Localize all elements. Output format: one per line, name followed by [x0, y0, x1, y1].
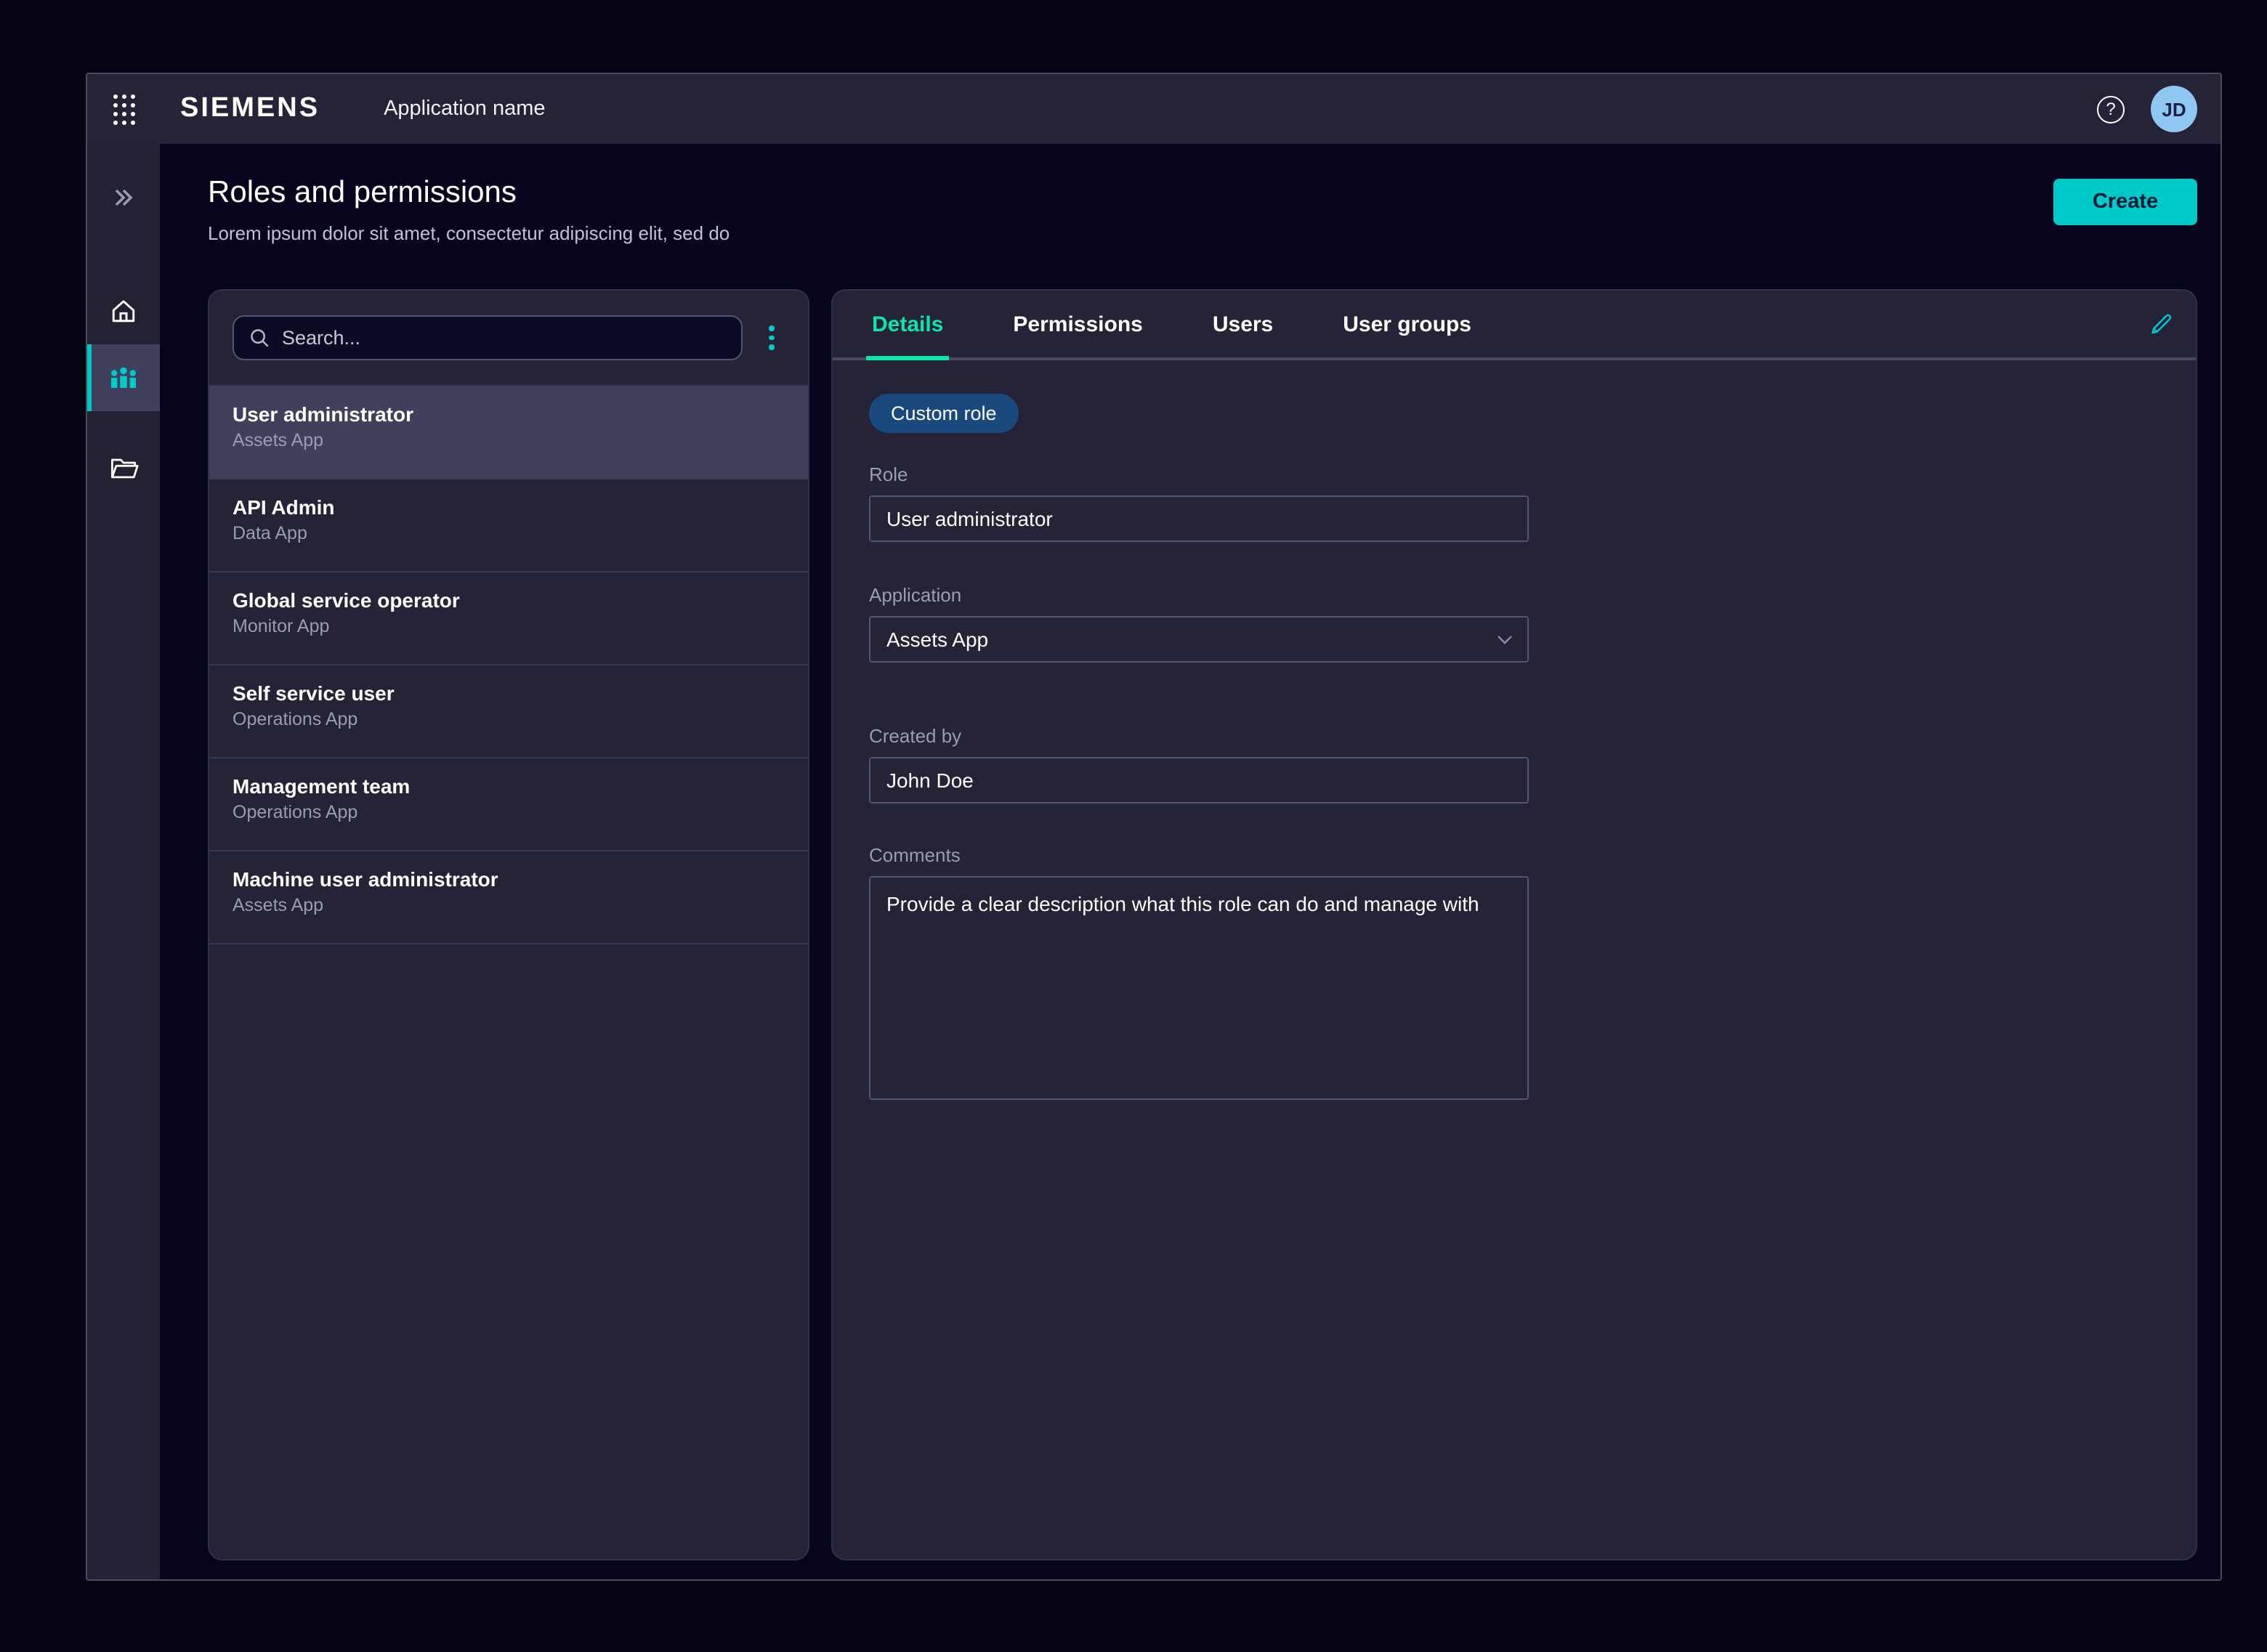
users-group-icon	[106, 360, 141, 395]
role-item-title: Self service user	[233, 681, 785, 705]
edit-role-button[interactable]	[2146, 291, 2175, 357]
app-launcher-icon[interactable]	[87, 94, 160, 124]
created-by-field-label: Created by	[869, 725, 1529, 747]
comments-field-label: Comments	[869, 844, 1529, 866]
role-item-app: Data App	[233, 523, 785, 543]
role-list-item[interactable]: User administrator Assets App	[209, 386, 808, 479]
top-bar: SIEMENS Application name ? JD	[87, 74, 2220, 144]
pencil-icon	[2146, 309, 2175, 339]
role-item-title: Management team	[233, 774, 785, 798]
role-list-item[interactable]: Machine user administrator Assets App	[209, 851, 808, 944]
tab-bar: Details Permissions Users User groups	[833, 291, 2196, 360]
create-button[interactable]: Create	[2053, 179, 2197, 225]
role-field-label: Role	[869, 463, 1529, 485]
role-list-item[interactable]: Management team Operations App	[209, 758, 808, 851]
search-box[interactable]	[233, 315, 743, 360]
double-chevron-right-icon	[109, 183, 138, 212]
sidebar	[87, 144, 160, 1579]
role-details-panel: Details Permissions Users User groups	[831, 289, 2197, 1560]
application-name: Application name	[384, 97, 546, 121]
page-title: Roles and permissions	[208, 176, 730, 211]
role-list-item[interactable]: Self service user Operations App	[209, 665, 808, 758]
role-item-app: Operations App	[233, 802, 785, 822]
search-input[interactable]	[282, 327, 727, 349]
grid-dots-icon	[113, 94, 134, 124]
tab-permissions[interactable]: Permissions	[1010, 291, 1145, 357]
siemens-logo: SIEMENS	[180, 93, 320, 125]
application-field-label: Application	[869, 584, 1529, 606]
home-icon	[108, 295, 140, 327]
sidebar-item-home[interactable]	[87, 278, 160, 344]
role-item-app: Operations App	[233, 709, 785, 729]
role-item-app: Assets App	[233, 895, 785, 915]
role-item-title: API Admin	[233, 495, 785, 519]
application-select[interactable]	[869, 616, 1529, 663]
comments-textarea[interactable]: Provide a clear description what this ro…	[869, 876, 1529, 1100]
created-by-input[interactable]	[869, 757, 1529, 803]
main-content: Roles and permissions Lorem ipsum dolor …	[160, 144, 2220, 1579]
app-window: SIEMENS Application name ? JD	[86, 73, 2222, 1581]
role-item-app: Monitor App	[233, 616, 785, 636]
list-options-menu-icon[interactable]	[756, 326, 788, 350]
tab-details[interactable]: Details	[869, 291, 946, 357]
page-subtitle: Lorem ipsum dolor sit amet, consectetur …	[208, 222, 730, 244]
role-list-item[interactable]: API Admin Data App	[209, 479, 808, 572]
search-icon	[248, 327, 270, 349]
role-item-app: Assets App	[233, 430, 785, 450]
roles-list-panel: User administrator Assets App API Admin …	[208, 289, 809, 1560]
folder-open-icon	[108, 452, 140, 484]
tab-users[interactable]: Users	[1210, 291, 1276, 357]
sidebar-item-roles[interactable]	[87, 344, 160, 411]
application-select-value[interactable]	[869, 616, 1529, 663]
role-item-title: Global service operator	[233, 588, 785, 612]
role-list-item[interactable]: Global service operator Monitor App	[209, 572, 808, 665]
sidebar-item-files[interactable]	[87, 434, 160, 501]
tab-user-groups[interactable]: User groups	[1340, 291, 1474, 357]
role-item-title: Machine user administrator	[233, 867, 785, 891]
role-input[interactable]	[869, 495, 1529, 542]
help-icon[interactable]: ?	[2097, 95, 2125, 123]
custom-role-badge: Custom role	[869, 394, 1019, 433]
role-list: User administrator Assets App API Admin …	[209, 386, 808, 1559]
sidebar-collapse-toggle[interactable]	[87, 164, 160, 231]
avatar[interactable]: JD	[2151, 86, 2197, 132]
role-item-title: User administrator	[233, 402, 785, 426]
